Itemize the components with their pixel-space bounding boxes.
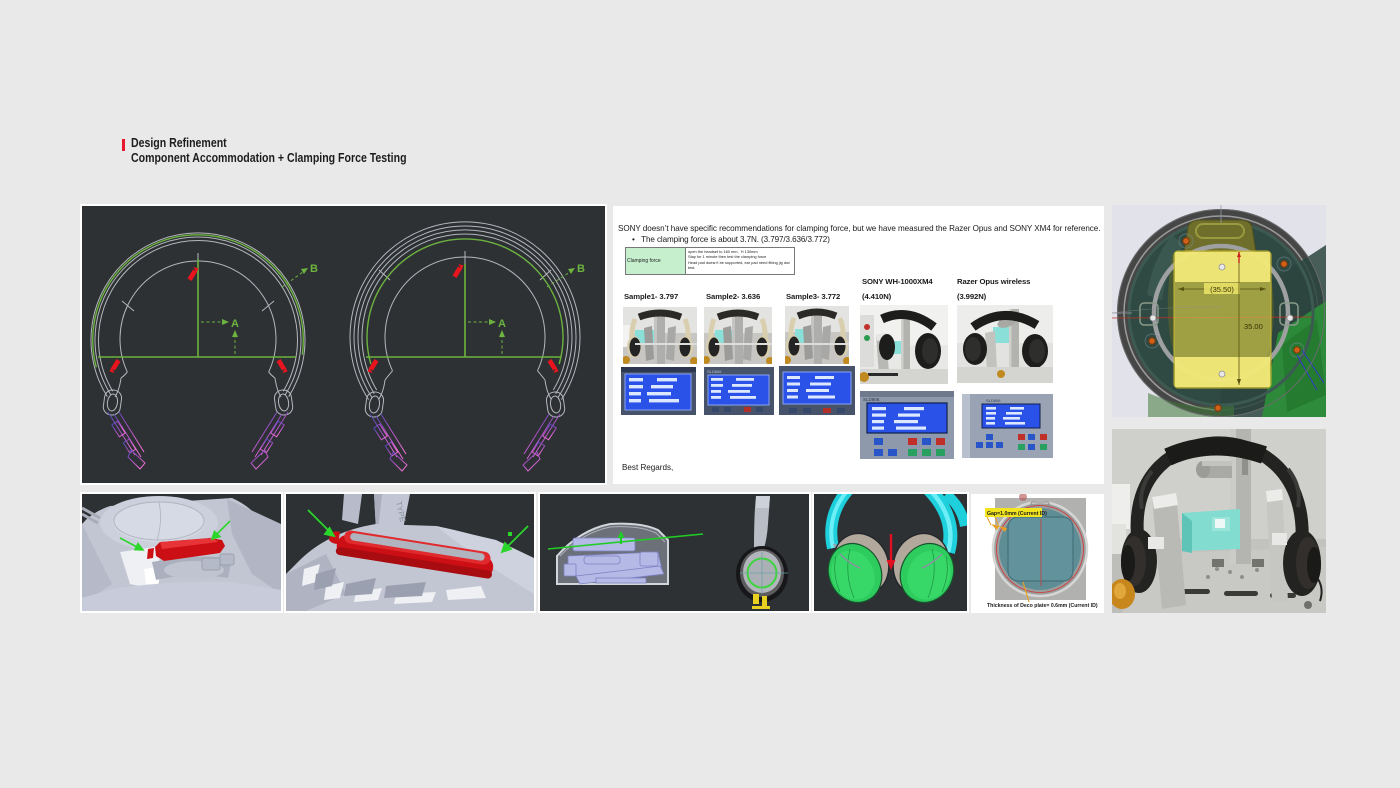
svg-text:35.00: 35.00 <box>1244 322 1263 331</box>
svg-text:A: A <box>231 318 239 330</box>
svg-text:(35.50): (35.50) <box>1210 285 1234 294</box>
svg-text:B: B <box>577 263 585 275</box>
svg-text:SLD806: SLD806 <box>986 398 1001 403</box>
svg-text:SLD806.: SLD806. <box>863 397 881 402</box>
svg-text:B: B <box>310 263 318 275</box>
svg-text:SLD806: SLD806 <box>707 369 722 374</box>
svg-text:A: A <box>498 318 506 330</box>
svg-text:Thickness of Deco plate= 0.6mm: Thickness of Deco plate= 0.6mm (Current … <box>987 603 1098 609</box>
svg-text:Gap=1.0mm (Current ID): Gap=1.0mm (Current ID) <box>987 511 1047 517</box>
